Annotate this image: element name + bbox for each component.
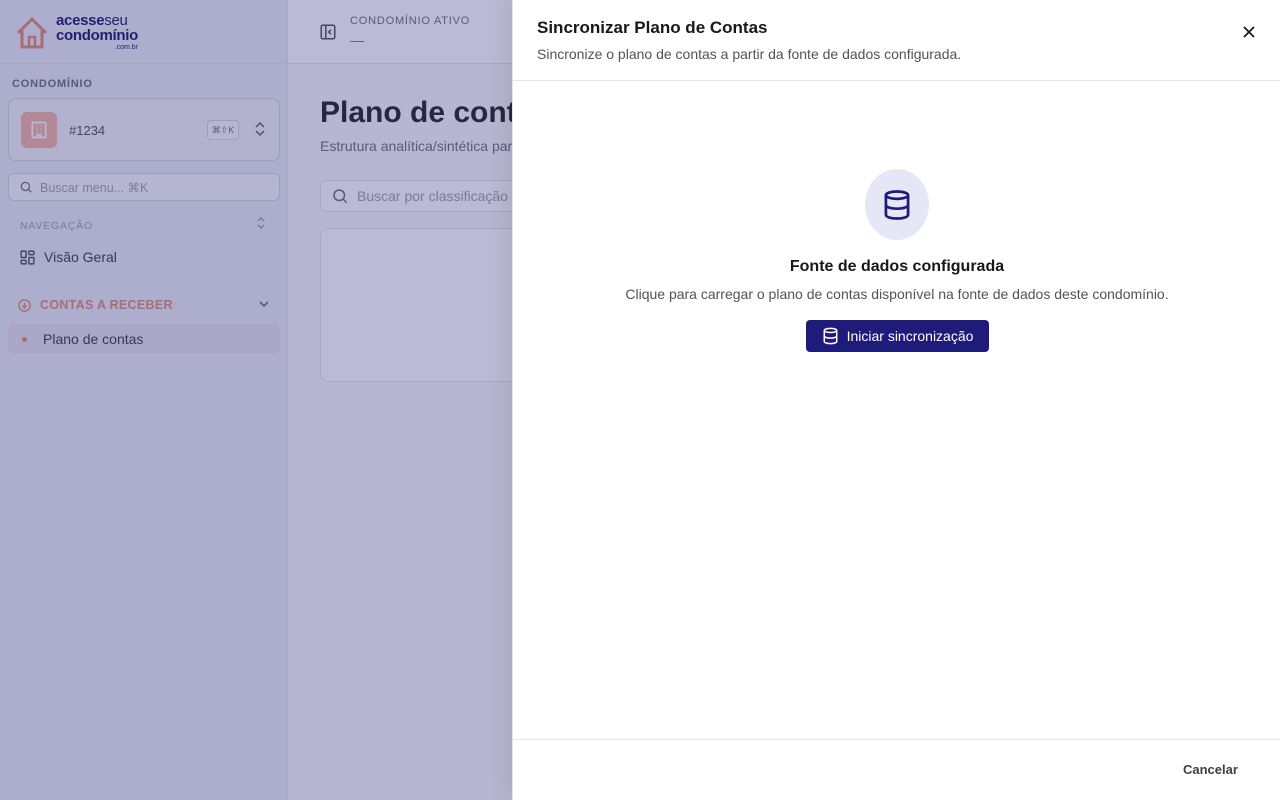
- cancel-button[interactable]: Cancelar: [1183, 762, 1238, 777]
- database-icon: [884, 189, 910, 220]
- start-sync-button[interactable]: Iniciar sincronização: [806, 320, 989, 352]
- empty-state-title: Fonte de dados configurada: [789, 258, 1005, 275]
- sheet-description: Sincronize o plano de contas a partir da…: [537, 46, 962, 62]
- sheet-footer: Cancelar: [513, 739, 1280, 800]
- database-icon: [823, 327, 838, 345]
- sheet-header: Sincronizar Plano de Contas Sincronize o…: [513, 0, 1280, 81]
- close-icon: [1243, 26, 1255, 38]
- empty-state-icon: [865, 169, 929, 240]
- empty-state-description: Clique para carregar o plano de contas d…: [625, 286, 1169, 302]
- sheet-title: Sincronizar Plano de Contas: [537, 18, 768, 37]
- start-sync-label: Iniciar sincronização: [846, 328, 974, 344]
- sync-sheet: Sincronizar Plano de Contas Sincronize o…: [512, 0, 1280, 800]
- close-button[interactable]: [1237, 20, 1261, 44]
